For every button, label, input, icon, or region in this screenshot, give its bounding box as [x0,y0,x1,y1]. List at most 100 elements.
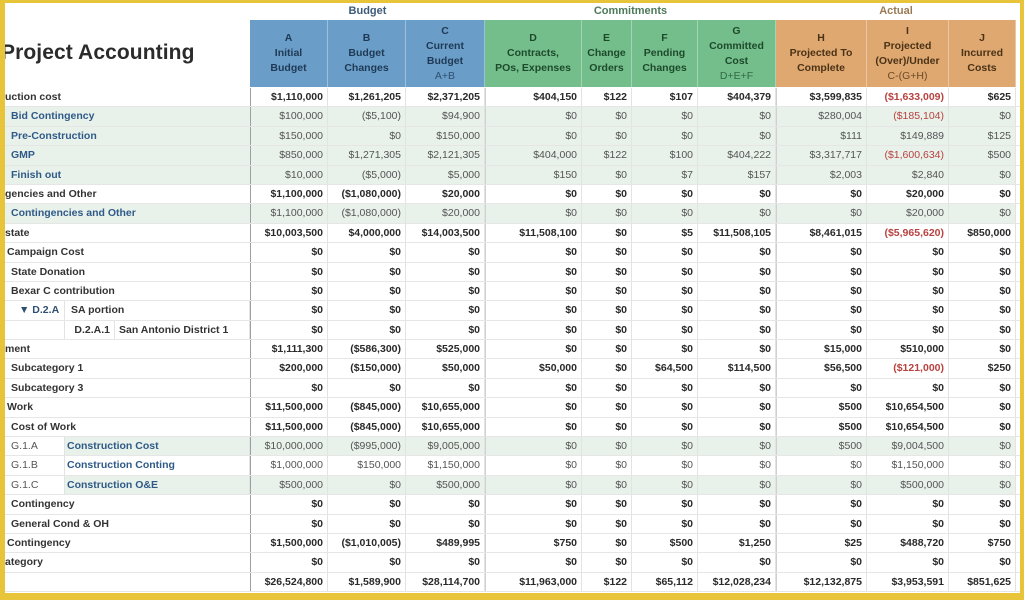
cell-i[interactable]: $10,654,500 [867,398,949,417]
cell-j[interactable]: $0 [949,417,1016,437]
cell-a[interactable]: $1,100,000 [250,184,328,204]
cell-g[interactable]: $0 [698,262,776,281]
cell-g[interactable]: $404,222 [698,146,776,165]
cell-f[interactable]: $0 [632,126,698,146]
cell-a[interactable]: $10,000,000 [250,437,328,456]
cell-i[interactable]: $20,000 [867,184,949,204]
cell-i[interactable]: $500,000 [867,475,949,495]
cell-e[interactable]: $0 [582,456,632,475]
row-label[interactable]: Construction Cost [67,440,159,452]
cell-c[interactable]: $0 [406,281,485,301]
cell-h[interactable]: $0 [776,514,867,533]
cell-f[interactable]: $500 [632,533,698,553]
row-label[interactable]: Finish out [11,169,61,181]
cell-a[interactable]: $0 [250,553,328,572]
cell-h[interactable]: $500 [776,417,867,437]
cell-g[interactable]: $0 [698,514,776,533]
cell-f[interactable]: $0 [632,553,698,572]
cell-g[interactable]: $404,379 [698,88,776,107]
cell-c[interactable]: $20,000 [406,204,485,223]
table-row[interactable]: State Donation $0 $0 $0 $0 $0 $0 $0 $0 $0 $0 [5,262,1020,282]
cell-j[interactable]: $0 [949,281,1016,301]
cell-b[interactable]: $0 [328,553,406,572]
cell-h[interactable]: $280,004 [776,107,867,126]
cell-a[interactable]: $26,524,800 [250,572,328,592]
cell-c[interactable]: $0 [406,553,485,572]
cell-i[interactable]: $20,000 [867,204,949,223]
cell-e[interactable]: $0 [582,184,632,204]
cell-i[interactable]: ($185,104) [867,107,949,126]
cell-h[interactable]: $0 [776,320,867,340]
cell-d[interactable]: $0 [485,204,582,223]
cell-g[interactable]: $0 [698,475,776,495]
cell-f[interactable]: $107 [632,88,698,107]
cell-i[interactable]: $0 [867,320,949,340]
cell-e[interactable]: $0 [582,378,632,398]
cell-j[interactable]: $750 [949,533,1016,553]
cell-g[interactable]: $0 [698,378,776,398]
cell-j[interactable]: $0 [949,262,1016,281]
cell-h[interactable]: $3,317,717 [776,146,867,165]
cell-i[interactable]: $0 [867,514,949,533]
cell-b[interactable]: $1,589,900 [328,572,406,592]
cell-d[interactable]: $0 [485,475,582,495]
table-row[interactable]: Bexar C contribution $0 $0 $0 $0 $0 $0 $0 $0 $0 $0 [5,281,1020,302]
cell-g[interactable]: $11,508,105 [698,223,776,243]
cell-f[interactable]: $0 [632,281,698,301]
cell-i[interactable]: $0 [867,553,949,572]
cell-c[interactable]: $14,003,500 [406,223,485,243]
table-row[interactable]: uction cost $1,110,000 $1,261,205 $2,371,20… [5,88,1020,108]
table-row[interactable]: ment $1,111,300 ($586,300) $525,000 $0 $0 $0 $0… [5,340,1020,360]
table-row[interactable]: Contingency $0 $0 $0 $0 $0 $0 $0 $0 $0 $0 [5,495,1020,515]
table-row[interactable]: ategory $0 $0 $0 $0 $0 $0 $0 $0 $0 $0 [5,553,1020,573]
cell-a[interactable]: $1,111,300 [250,340,328,359]
cell-j[interactable]: $500 [949,146,1016,165]
row-label[interactable]: Construction Conting [67,459,175,471]
cell-b[interactable]: $1,261,205 [328,88,406,107]
cell-b[interactable]: $1,271,305 [328,146,406,165]
cell-a[interactable]: $1,500,000 [250,533,328,553]
cell-j[interactable]: $0 [949,204,1016,223]
cell-c[interactable]: $20,000 [406,184,485,204]
cell-i[interactable]: ($1,600,634) [867,146,949,165]
cell-c[interactable]: $2,371,205 [406,88,485,107]
cell-h[interactable]: $111 [776,126,867,146]
cell-a[interactable]: $11,500,000 [250,417,328,437]
cell-j[interactable]: $625 [949,88,1016,107]
cell-h[interactable]: $0 [776,301,867,320]
cell-j[interactable]: $0 [949,243,1016,262]
cell-e[interactable]: $122 [582,88,632,107]
row-label-cell[interactable]: Construction Cost [64,437,250,456]
cell-g[interactable]: $114,500 [698,359,776,378]
cell-d[interactable]: $404,000 [485,146,582,165]
cell-i[interactable]: $0 [867,262,949,281]
column-header-e[interactable]: E Change Orders [582,20,632,87]
row-label[interactable]: GMP [11,149,35,161]
cell-e[interactable]: $0 [582,126,632,146]
column-header-i[interactable]: I Projected (Over)/Under C-(G+H) [867,20,949,87]
cell-f[interactable]: $64,500 [632,359,698,378]
table-row[interactable]: gencies and Other $1,100,000 ($1,080,000) $… [5,184,1020,205]
column-header-h[interactable]: H Projected To Complete [776,20,867,87]
cell-f[interactable]: $0 [632,320,698,340]
cell-g[interactable]: $0 [698,437,776,456]
cell-f[interactable]: $0 [632,398,698,417]
table-row[interactable]: ▼ D.2.A SA portion $0 $0 $0 $0 $0 $0 $0 $0 $0 $0 [5,301,1020,321]
cell-b[interactable]: ($1,080,000) [328,204,406,223]
cell-f[interactable]: $0 [632,495,698,514]
cell-i[interactable]: $0 [867,243,949,262]
cell-e[interactable]: $0 [582,437,632,456]
column-header-c[interactable]: C Current Budget A+B [406,20,485,87]
cell-c[interactable]: $0 [406,320,485,340]
cell-a[interactable]: $0 [250,281,328,301]
cell-e[interactable]: $122 [582,146,632,165]
cell-e[interactable]: $0 [582,417,632,437]
cell-e[interactable]: $0 [582,533,632,553]
cell-i[interactable]: $510,000 [867,340,949,359]
cell-j[interactable]: $0 [949,398,1016,417]
cell-g[interactable]: $0 [698,553,776,572]
cell-h[interactable]: $12,132,875 [776,572,867,592]
cell-c[interactable]: $525,000 [406,340,485,359]
cell-i[interactable]: $3,953,591 [867,572,949,592]
cell-a[interactable]: $500,000 [250,475,328,495]
